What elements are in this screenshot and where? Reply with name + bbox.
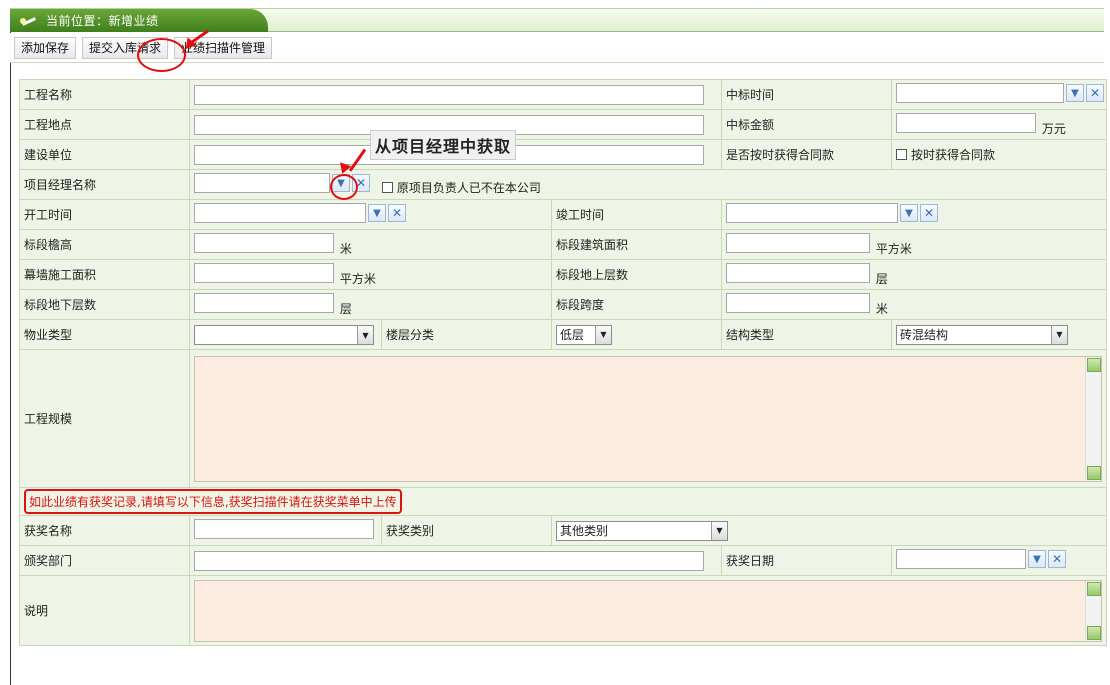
row-start-end-time: 开工时间 ▼ ✕ 竣工时间 ▼ ✕	[19, 199, 1107, 230]
unit-floor: 层	[339, 301, 352, 316]
end-time-label: 竣工时间	[551, 199, 722, 230]
award-dept-input[interactable]	[194, 550, 704, 571]
unit-sqm: 平方米	[339, 271, 376, 286]
scale-textarea[interactable]	[194, 355, 1102, 482]
curtain-area-label: 幕墙施工面积	[19, 259, 190, 290]
chevron-down-icon[interactable]: ▼	[711, 521, 727, 540]
chevron-down-icon[interactable]: ▼	[1028, 550, 1046, 568]
above-floors-input[interactable]	[726, 262, 870, 283]
row-pm-name: 项目经理名称 ▼ ✕ 原项目负责人已不在本公司	[19, 169, 1107, 200]
contract-on-time-checkbox[interactable]: 按时获得合同款	[896, 146, 995, 163]
location-label: 当前位置：新增业绩	[46, 14, 159, 28]
highlight-circle	[330, 174, 358, 200]
award-name-label: 获奖名称	[19, 515, 190, 546]
bid-amount-input[interactable]	[896, 112, 1036, 133]
award-category-label: 获奖类别	[381, 515, 552, 546]
unit-sqm: 平方米	[875, 241, 912, 256]
award-dept-label: 颁奖部门	[19, 545, 190, 576]
row-types: 物业类型 ▼ 楼层分类 低层 ▼ 结构类型 砖混结构 ▼	[19, 319, 1107, 350]
chevron-down-icon[interactable]: ▼	[595, 325, 611, 344]
row-notice: 如此业绩有获奖记录,请填写以下信息,获奖扫描件请在获奖菜单中上传	[19, 487, 1107, 516]
unit-wan: 万元	[1041, 121, 1066, 136]
property-type-label: 物业类型	[19, 319, 190, 350]
unit-floor: 层	[875, 271, 888, 286]
above-floors-label: 标段地上层数	[551, 259, 722, 290]
hint-annotation: 从项目经理中获取	[370, 130, 517, 160]
row-curtain-floors: 幕墙施工面积 平方米 标段地上层数 层	[19, 259, 1107, 290]
row-construction-unit: 建设单位 是否按时获得合同款 按时获得合同款	[19, 139, 1107, 170]
chevron-down-icon[interactable]: ▼	[368, 204, 386, 222]
structure-type-label: 结构类型	[721, 319, 892, 350]
close-icon[interactable]: ✕	[388, 204, 406, 222]
add-save-button[interactable]: 添加保存	[14, 36, 77, 59]
highlight-circle	[137, 38, 186, 72]
below-floors-input[interactable]	[194, 292, 334, 313]
scrollbar[interactable]	[1085, 580, 1101, 641]
checkbox-icon[interactable]	[896, 149, 907, 160]
contract-on-time-label: 是否按时获得合同款	[721, 139, 892, 170]
below-floors-label: 标段地下层数	[19, 289, 190, 320]
award-name-input[interactable]	[194, 519, 374, 539]
award-date-picker[interactable]: ▼ ✕	[896, 549, 1066, 569]
row-description: 说明	[19, 575, 1107, 646]
description-label: 说明	[19, 575, 190, 646]
pm-name-label: 项目经理名称	[19, 169, 190, 200]
bid-time-picker[interactable]: ▼ ✕	[896, 83, 1104, 103]
row-award: 获奖名称 获奖类别 其他类别 ▼	[19, 515, 1107, 546]
close-icon[interactable]: ✕	[1086, 84, 1104, 102]
row-scale: 工程规模	[19, 349, 1107, 488]
structure-type-select[interactable]: 砖混结构 ▼	[896, 324, 1068, 345]
unit-m: 米	[339, 241, 352, 256]
award-date-label: 获奖日期	[721, 545, 892, 576]
page-left-border	[10, 30, 11, 685]
property-type-select[interactable]: ▼	[194, 325, 374, 345]
row-project-location: 工程地点 中标金额 万元	[19, 109, 1107, 140]
start-time-label: 开工时间	[19, 199, 190, 230]
close-icon[interactable]: ✕	[1048, 550, 1066, 568]
end-time-picker[interactable]: ▼ ✕	[726, 203, 938, 223]
bid-amount-label: 中标金额	[721, 109, 892, 140]
award-notice: 如此业绩有获奖记录,请填写以下信息,获奖扫描件请在获奖菜单中上传	[24, 489, 402, 514]
scale-label: 工程规模	[19, 349, 190, 488]
chevron-down-icon[interactable]: ▼	[900, 204, 918, 222]
project-location-label: 工程地点	[19, 109, 190, 140]
chevron-down-icon[interactable]: ▼	[1051, 325, 1067, 344]
span-input[interactable]	[726, 292, 870, 313]
scrollbar[interactable]	[1085, 356, 1101, 481]
contract-on-time-checkbox-label: 按时获得合同款	[911, 148, 996, 162]
pen-icon	[20, 14, 38, 28]
start-time-picker[interactable]: ▼ ✕	[194, 203, 406, 223]
bid-time-label: 中标时间	[721, 79, 892, 110]
pm-left-checkbox-label: 原项目负责人已不在本公司	[396, 181, 541, 195]
build-area-label: 标段建筑面积	[551, 229, 722, 260]
row-project-name: 工程名称 中标时间 ▼ ✕	[19, 79, 1107, 110]
chevron-down-icon[interactable]: ▼	[1066, 84, 1084, 102]
unit-m: 米	[875, 301, 888, 316]
project-name-input[interactable]	[194, 84, 704, 105]
performance-form: 工程名称 中标时间 ▼ ✕ 工程地点 中标金额 万元 建设单位 是否按时获得合同…	[19, 79, 1107, 646]
eave-height-label: 标段檐高	[19, 229, 190, 260]
row-award-dept: 颁奖部门 获奖日期 ▼ ✕	[19, 545, 1107, 576]
location-tab: 当前位置：新增业绩	[10, 9, 268, 32]
span-label: 标段跨度	[551, 289, 722, 320]
description-textarea[interactable]	[194, 579, 1102, 642]
row-below-span: 标段地下层数 层 标段跨度 米	[19, 289, 1107, 320]
award-category-select[interactable]: 其他类别 ▼	[556, 520, 728, 541]
floor-class-select[interactable]: 低层 ▼	[556, 324, 612, 345]
checkbox-icon[interactable]	[381, 182, 393, 193]
close-icon[interactable]: ✕	[920, 204, 938, 222]
chevron-down-icon[interactable]: ▼	[357, 326, 373, 344]
eave-height-input[interactable]	[194, 232, 334, 253]
curtain-area-input[interactable]	[194, 262, 334, 283]
project-name-label: 工程名称	[19, 79, 190, 110]
build-area-input[interactable]	[726, 232, 870, 253]
floor-class-label: 楼层分类	[381, 319, 552, 350]
pm-left-checkbox[interactable]: 原项目负责人已不在本公司	[381, 179, 541, 196]
construction-unit-label: 建设单位	[19, 139, 190, 170]
row-eave-area: 标段檐高 米 标段建筑面积 平方米	[19, 229, 1107, 260]
header-bar: 当前位置：新增业绩	[10, 8, 1104, 32]
